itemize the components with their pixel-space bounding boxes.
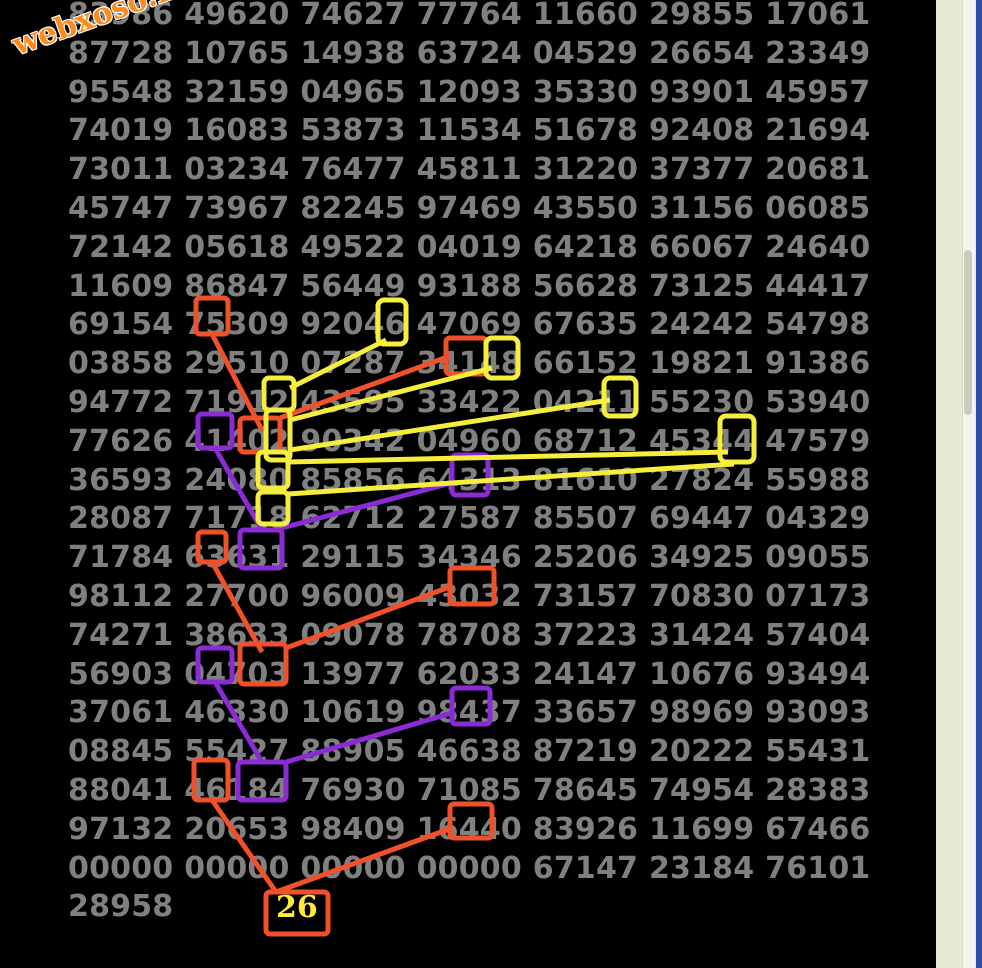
purple-box (235, 759, 289, 803)
yellow-box (717, 413, 757, 465)
scrollbar-track[interactable] (962, 0, 975, 968)
purple-box (237, 527, 285, 571)
window-side-panel (936, 0, 982, 968)
yellow-box (255, 449, 291, 491)
purple-annotations (195, 411, 493, 803)
orange-box (191, 757, 231, 803)
purple-box (449, 685, 493, 727)
orange-box (195, 529, 229, 565)
window-edge (976, 0, 982, 968)
orange-annotations (191, 295, 497, 937)
yellow-box (375, 297, 409, 347)
orange-box (447, 565, 497, 607)
result-label: 26 (276, 890, 318, 925)
yellow-box (255, 489, 291, 527)
yellow-box (261, 375, 297, 413)
orange-box (447, 801, 495, 841)
yellow-box (601, 375, 639, 419)
purple-box (449, 452, 491, 498)
scrollbar-thumb[interactable] (964, 250, 972, 415)
purple-box (195, 645, 235, 685)
purple-box (195, 411, 235, 451)
yellow-box (483, 335, 521, 381)
annotation-overlay (191, 295, 757, 937)
yellow-annotations (255, 297, 757, 527)
orange-box (193, 295, 231, 337)
